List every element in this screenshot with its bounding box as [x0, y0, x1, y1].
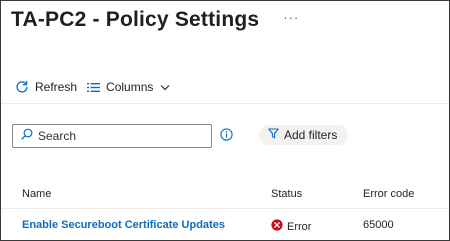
add-filters-button[interactable]: Add filters — [259, 125, 349, 145]
header-divider — [1, 208, 449, 209]
column-header-status[interactable]: Status — [271, 188, 302, 200]
filter-icon — [268, 128, 284, 142]
more-options-button[interactable]: ··· — [283, 11, 299, 30]
refresh-button[interactable]: Refresh — [15, 80, 77, 94]
chevron-down-icon — [160, 84, 170, 91]
refresh-label: Refresh — [35, 80, 78, 94]
search-input[interactable] — [38, 129, 198, 143]
row-name-link[interactable]: Enable Secureboot Certificate Updates — [22, 219, 225, 231]
column-header-error-code[interactable]: Error code — [363, 188, 414, 200]
columns-button[interactable]: Columns — [87, 80, 170, 94]
page-title: TA-PC2 - Policy Settings — [11, 8, 260, 31]
add-filters-label: Add filters — [284, 128, 338, 142]
error-icon — [271, 219, 287, 234]
info-icon[interactable] — [220, 128, 233, 146]
refresh-icon — [15, 80, 29, 94]
error-code-value: 65000 — [363, 219, 394, 231]
status-label: Error — [287, 220, 312, 233]
columns-icon — [87, 82, 101, 93]
toolbar: Refresh Columns — [15, 77, 170, 97]
toolbar-divider — [1, 103, 449, 104]
status-cell: Error — [271, 219, 311, 234]
search-box[interactable] — [12, 124, 212, 148]
column-header-name[interactable]: Name — [22, 188, 51, 200]
columns-label: Columns — [106, 80, 154, 94]
policy-settings-panel: TA-PC2 - Policy Settings ··· Refresh Col… — [0, 0, 450, 241]
title-row: TA-PC2 - Policy Settings ··· — [11, 5, 299, 35]
search-icon — [13, 127, 33, 145]
